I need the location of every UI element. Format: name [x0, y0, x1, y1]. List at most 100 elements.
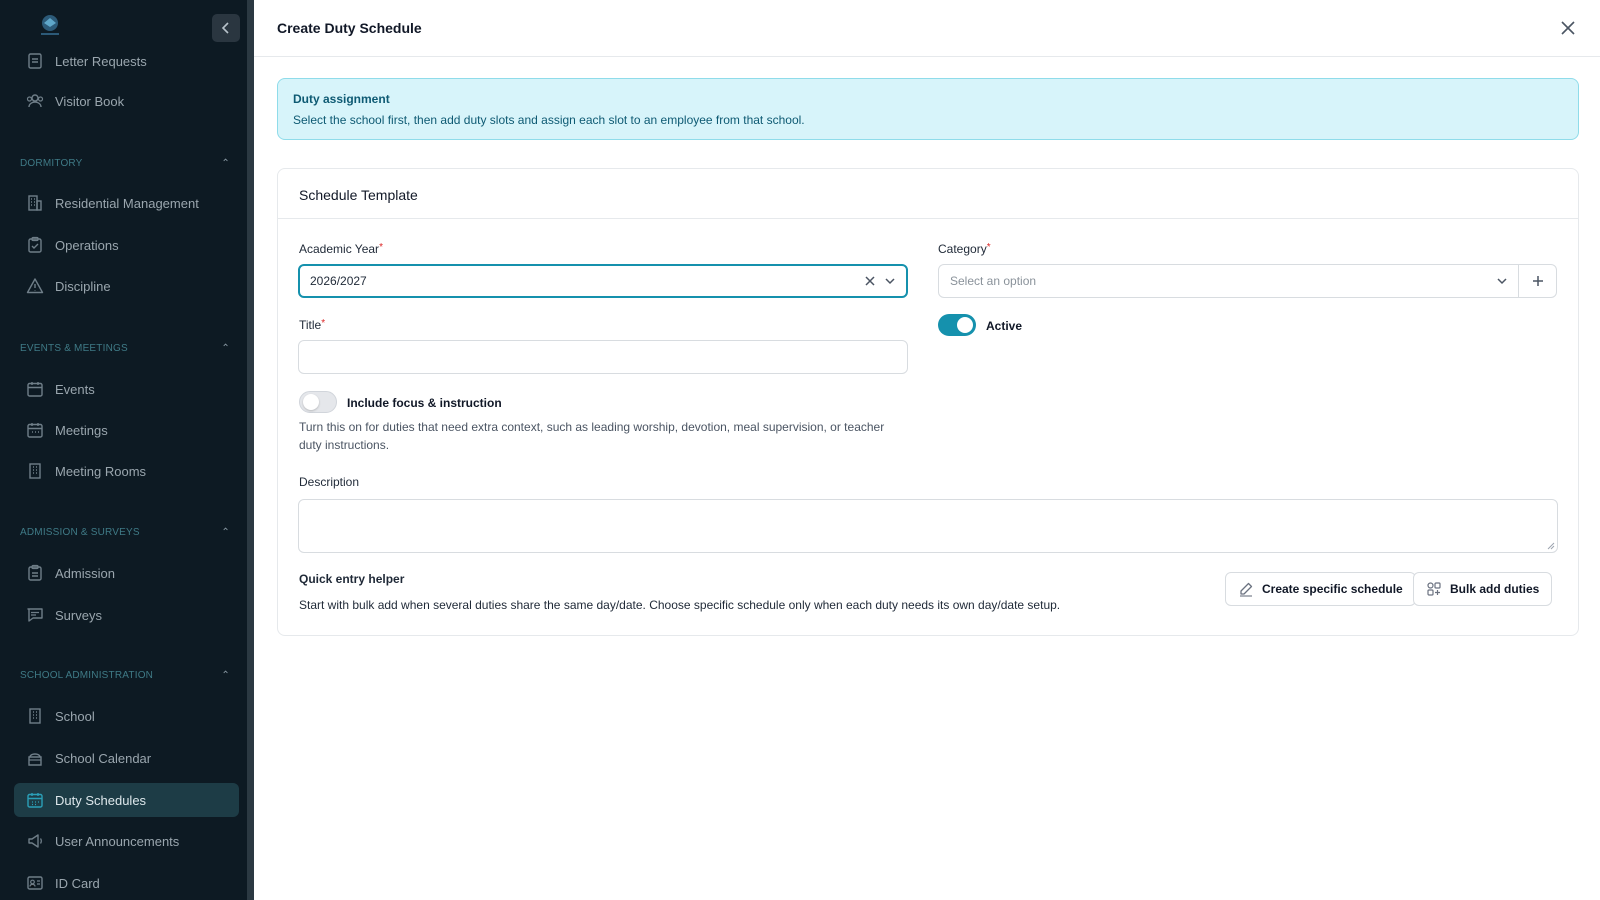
- focus-instruction-label: Include focus & instruction: [347, 396, 502, 410]
- document-icon: [25, 51, 45, 71]
- sidebar-item-operations[interactable]: Operations: [14, 228, 239, 262]
- sidebar-item-label: Residential Management: [55, 195, 199, 211]
- megaphone-icon: [25, 831, 45, 851]
- card-header: Schedule Template: [278, 169, 1578, 219]
- building-icon: [25, 706, 45, 726]
- label-text: Academic Year: [299, 242, 380, 256]
- focus-instruction-helper: Turn this on for duties that need extra …: [299, 420, 885, 452]
- section-title: DORMITORY: [20, 158, 83, 169]
- info-title: Duty assignment: [293, 92, 390, 106]
- add-category-button[interactable]: [1519, 264, 1557, 298]
- sidebar-item-surveys[interactable]: Surveys: [14, 598, 239, 632]
- sidebar-item-label: Letter Requests: [55, 53, 147, 69]
- active-label: Active: [986, 319, 1023, 333]
- sidebar-item-label: Admission: [55, 565, 115, 581]
- sidebar-item-label: Discipline: [55, 278, 111, 294]
- section-school-administration[interactable]: SCHOOL ADMINISTRATION ⌃: [20, 670, 230, 681]
- section-title: SCHOOL ADMINISTRATION: [20, 670, 154, 681]
- clear-icon[interactable]: [864, 275, 876, 287]
- calendar-icon: [25, 790, 45, 810]
- building-icon: [25, 193, 45, 213]
- sidebar-item-label: Meeting Rooms: [55, 463, 147, 479]
- chevron-up-icon: ⌃: [221, 670, 230, 681]
- sidebar-item-school[interactable]: School: [14, 699, 239, 733]
- toggle-knob: [957, 317, 973, 333]
- sidebar-item-label: Visitor Book: [55, 93, 125, 109]
- button-label: Bulk add duties: [1450, 582, 1540, 596]
- required-marker: *: [379, 242, 383, 253]
- description-label: Description: [299, 475, 360, 489]
- card-title: Schedule Template: [299, 187, 418, 203]
- sidebar-item-meeting-rooms[interactable]: Meeting Rooms: [14, 454, 239, 488]
- sidebar-item-discipline[interactable]: Discipline: [14, 269, 239, 303]
- sidebar-divider: [247, 0, 254, 900]
- sidebar-item-school-calendar[interactable]: School Calendar: [14, 741, 239, 775]
- focus-instruction-toggle[interactable]: [299, 391, 337, 413]
- sidebar-item-user-announcements[interactable]: User Announcements: [14, 824, 239, 858]
- sidebar-item-events[interactable]: Events: [14, 372, 239, 406]
- sidebar-item-id-card[interactable]: ID Card: [14, 866, 239, 900]
- chat-icon: [25, 605, 45, 625]
- active-toggle[interactable]: [938, 314, 976, 336]
- required-marker: *: [321, 318, 326, 329]
- close-button[interactable]: [1558, 18, 1578, 38]
- sidebar-item-label: ID Card: [55, 875, 100, 891]
- resize-handle-icon[interactable]: [1547, 542, 1555, 550]
- sidebar-item-letter-requests[interactable]: Letter Requests: [14, 44, 239, 78]
- school-logo[interactable]: [36, 12, 64, 38]
- section-title: EVENTS & MEETINGS: [20, 343, 128, 354]
- section-admission-surveys[interactable]: ADMISSION & SURVEYS ⌃: [20, 527, 230, 538]
- chevron-up-icon: ⌃: [221, 158, 230, 169]
- grid-add-icon: [1426, 581, 1442, 597]
- academic-year-select[interactable]: 2026/2027: [298, 264, 908, 298]
- sidebar-item-label: User Announcements: [55, 833, 180, 849]
- plus-icon: [1532, 276, 1543, 286]
- calendar-icon: [25, 379, 45, 399]
- toggle-knob: [303, 394, 319, 410]
- sidebar-item-label: School: [55, 708, 95, 724]
- description-textarea[interactable]: [298, 499, 1558, 553]
- calendar-icon: [25, 420, 45, 440]
- academic-year-value: 2026/2027: [310, 274, 367, 288]
- create-specific-schedule-button[interactable]: Create specific schedule: [1225, 572, 1416, 606]
- collapse-sidebar-button[interactable]: [212, 14, 240, 42]
- warning-icon: [25, 276, 45, 296]
- section-events-meetings[interactable]: EVENTS & MEETINGS ⌃: [20, 343, 230, 354]
- chevron-up-icon: ⌃: [221, 343, 230, 354]
- panel-title: Create Duty Schedule: [277, 20, 422, 36]
- sidebar-item-visitor-book[interactable]: Visitor Book: [14, 84, 239, 118]
- label-text: Title: [299, 318, 322, 332]
- chevron-down-icon: [1497, 278, 1507, 285]
- sidebar-item-residential-management[interactable]: Residential Management: [14, 186, 239, 220]
- chevron-left-icon: [221, 22, 229, 34]
- sidebar-item-label: School Calendar: [55, 750, 152, 766]
- quick-entry-text: Start with bulk add when several duties …: [299, 598, 1061, 612]
- clipboard-icon: [25, 563, 45, 583]
- category-select[interactable]: Select an option: [938, 264, 1519, 298]
- sidebar-item-label: Surveys: [55, 607, 102, 623]
- title-input[interactable]: [298, 340, 908, 374]
- section-dormitory[interactable]: DORMITORY ⌃: [20, 158, 230, 169]
- chevron-up-icon: ⌃: [221, 527, 230, 538]
- sidebar: Letter Requests Visitor Book DORMITORY ⌃…: [0, 0, 247, 900]
- category-label: Category*: [938, 242, 991, 256]
- sidebar-item-duty-schedules[interactable]: Duty Schedules: [14, 783, 239, 817]
- sidebar-item-label: Meetings: [55, 422, 108, 438]
- clipboard-check-icon: [25, 235, 45, 255]
- users-icon: [25, 91, 45, 111]
- button-label: Create specific schedule: [1262, 582, 1403, 596]
- close-icon: [1561, 21, 1575, 35]
- category-placeholder: Select an option: [950, 274, 1037, 288]
- create-duty-schedule-panel: Create Duty Schedule Duty assignment Sel…: [254, 0, 1600, 900]
- sidebar-item-label: Duty Schedules: [55, 792, 147, 808]
- schedule-template-card: Schedule Template Academic Year* 2026/20…: [277, 168, 1579, 636]
- section-title: ADMISSION & SURVEYS: [20, 527, 140, 538]
- sidebar-item-meetings[interactable]: Meetings: [14, 413, 239, 447]
- duty-assignment-info: Duty assignment Select the school first,…: [277, 78, 1579, 140]
- label-text: Category: [938, 242, 987, 256]
- sidebar-item-admission[interactable]: Admission: [14, 556, 239, 590]
- bulk-add-duties-button[interactable]: Bulk add duties: [1413, 572, 1553, 606]
- chevron-down-icon: [885, 278, 895, 285]
- id-card-icon: [25, 873, 45, 893]
- sidebar-item-label: Operations: [55, 237, 119, 253]
